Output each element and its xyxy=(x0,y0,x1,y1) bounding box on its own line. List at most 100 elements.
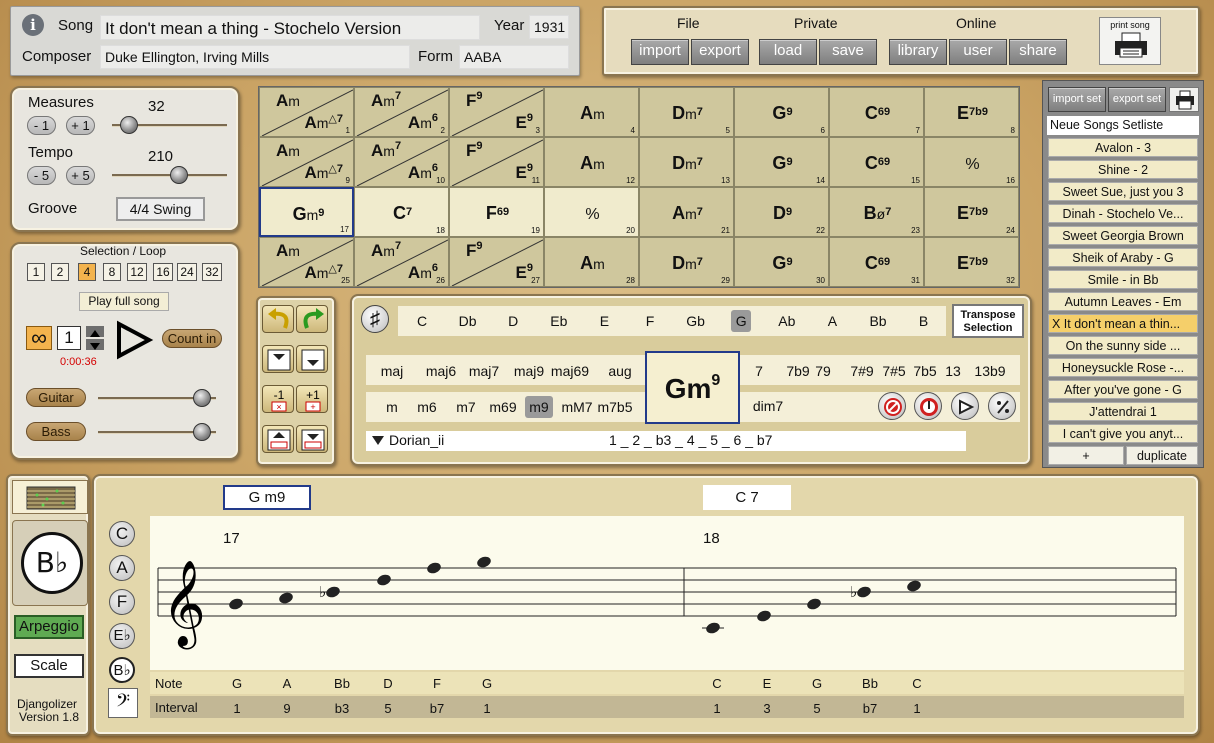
measure-cell-9[interactable]: Am Am△7 9 xyxy=(259,137,354,187)
root-D-button[interactable]: D xyxy=(491,310,535,332)
measure-cell-30[interactable]: G9 30 xyxy=(734,237,829,287)
setlist-item[interactable]: X It don't mean a thin... xyxy=(1048,314,1198,333)
root-Eb-button[interactable]: Eb xyxy=(537,310,581,332)
measure-cell-21[interactable]: Am7 21 xyxy=(639,187,734,237)
print-song-button[interactable]: print song xyxy=(1099,17,1161,65)
measure-cell-28[interactable]: Am 28 xyxy=(544,237,639,287)
repeat-chord-button[interactable] xyxy=(988,392,1016,420)
loop-count-field[interactable]: 1 xyxy=(57,326,81,350)
transpose-key-button[interactable]: B♭ xyxy=(109,657,135,683)
loop-count-down-button[interactable] xyxy=(86,339,104,350)
transpose-key-button[interactable]: E♭ xyxy=(109,623,135,649)
bass-volume-knob[interactable] xyxy=(193,423,211,441)
setlist-name-field[interactable]: Neue Songs Setliste xyxy=(1047,116,1199,135)
duplicate-button[interactable]: duplicate xyxy=(1126,446,1198,465)
root-A-button[interactable]: A xyxy=(810,310,854,332)
root-Db-button[interactable]: Db xyxy=(446,310,490,332)
measure-cell-6[interactable]: G9 6 xyxy=(734,87,829,137)
root-Ab-button[interactable]: Ab xyxy=(765,310,809,332)
root-Bb-button[interactable]: Bb xyxy=(856,310,900,332)
measure-cell-15[interactable]: C69 15 xyxy=(829,137,924,187)
loop-length-24-button[interactable]: 24 xyxy=(177,263,197,281)
measure-cell-14[interactable]: G9 14 xyxy=(734,137,829,187)
measure-cell-11[interactable]: F9 E9 11 xyxy=(449,137,544,187)
add-song-button[interactable]: + xyxy=(1048,446,1124,465)
import-set-button[interactable]: import set xyxy=(1048,87,1106,112)
setlist-item[interactable]: Smile - in Bb xyxy=(1048,270,1198,289)
measure-cell-13[interactable]: Dm7 13 xyxy=(639,137,734,187)
stop-chord-button[interactable] xyxy=(914,392,942,420)
measure-cell-24[interactable]: E7b9 24 xyxy=(924,187,1019,237)
setlist-item[interactable]: Sweet Sue, just you 3 xyxy=(1048,182,1198,201)
guitar-volume-knob[interactable] xyxy=(193,389,211,407)
quality-maj6-button[interactable]: maj6 xyxy=(421,363,461,379)
measure-cell-18[interactable]: C7 18 xyxy=(354,187,449,237)
extension-13-button[interactable]: 13 xyxy=(942,363,964,379)
quality-m9-button[interactable]: m9 xyxy=(525,396,553,418)
year-field[interactable]: 1931 xyxy=(529,15,569,39)
import-button[interactable]: import xyxy=(631,39,689,65)
root-C-button[interactable]: C xyxy=(400,310,444,332)
measure-cell-19[interactable]: F69 19 xyxy=(449,187,544,237)
measure-cell-31[interactable]: C69 31 xyxy=(829,237,924,287)
sharp-toggle-button[interactable]: ♯ xyxy=(361,305,389,333)
setlist-item[interactable]: On the sunny side ... xyxy=(1048,336,1198,355)
quality-m-button[interactable]: m xyxy=(372,396,412,418)
insert-before-button[interactable] xyxy=(262,345,294,373)
setlist-item[interactable]: Honeysuckle Rose -... xyxy=(1048,358,1198,377)
no-chord-button[interactable] xyxy=(878,392,906,420)
quality-maj-button[interactable]: maj xyxy=(372,363,412,379)
remove-measure-button[interactable]: -1 × xyxy=(262,385,294,413)
undo-button[interactable] xyxy=(262,305,294,333)
loop-count-up-button[interactable] xyxy=(86,326,104,337)
user-button[interactable]: user xyxy=(949,39,1007,65)
extension-13b9-button[interactable]: 13b9 xyxy=(970,363,1010,379)
key-display[interactable]: B♭ xyxy=(21,532,83,594)
load-button[interactable]: load xyxy=(759,39,817,65)
quality-m7-button[interactable]: m7 xyxy=(446,396,486,418)
play-icon[interactable] xyxy=(115,320,155,360)
quality-m7b5-button[interactable]: m7b5 xyxy=(595,396,635,418)
print-set-button[interactable] xyxy=(1169,87,1199,112)
measures-slider-knob[interactable] xyxy=(119,116,138,134)
extension-79-button[interactable]: 79 xyxy=(812,363,834,379)
redo-button[interactable] xyxy=(296,305,328,333)
measure-cell-8[interactable]: E7b9 8 xyxy=(924,87,1019,137)
measure-cell-12[interactable]: Am 12 xyxy=(544,137,639,187)
measure-cell-5[interactable]: Dm7 5 xyxy=(639,87,734,137)
transpose-selection-button[interactable]: Transpose Selection xyxy=(952,304,1024,338)
info-icon[interactable]: i xyxy=(22,14,44,36)
copy-up-button[interactable] xyxy=(262,425,294,453)
measure-cell-10[interactable]: Am7 Am6 10 xyxy=(354,137,449,187)
measure-cell-16[interactable]: % 16 xyxy=(924,137,1019,187)
extension-7b5-button[interactable]: 7b5 xyxy=(905,363,945,379)
root-E-button[interactable]: E xyxy=(582,310,626,332)
root-G-button[interactable]: G xyxy=(731,310,752,332)
setlist-item[interactable]: Avalon - 3 xyxy=(1048,138,1198,157)
measure-cell-17[interactable]: Gm9 17 xyxy=(259,187,354,237)
measure-cell-2[interactable]: Am7 Am6 2 xyxy=(354,87,449,137)
transpose-key-button[interactable]: C xyxy=(109,521,135,547)
quality-m6-button[interactable]: m6 xyxy=(407,396,447,418)
measure-cell-4[interactable]: Am 4 xyxy=(544,87,639,137)
accent-button[interactable] xyxy=(951,392,979,420)
bass-button[interactable]: Bass xyxy=(26,422,86,441)
loop-length-8-button[interactable]: 8 xyxy=(103,263,121,281)
quality-m69-button[interactable]: m69 xyxy=(483,396,523,418)
loop-length-32-button[interactable]: 32 xyxy=(202,263,222,281)
root-B-button[interactable]: B xyxy=(902,310,946,332)
measure-cell-3[interactable]: F9 E9 3 xyxy=(449,87,544,137)
setlist-item[interactable]: I can't give you anyt... xyxy=(1048,424,1198,443)
save-button[interactable]: save xyxy=(819,39,877,65)
measure-cell-29[interactable]: Dm7 29 xyxy=(639,237,734,287)
add-measure-button[interactable]: +1 + xyxy=(296,385,328,413)
loop-toggle[interactable]: ∞ xyxy=(26,326,52,350)
guitar-button[interactable]: Guitar xyxy=(26,388,86,407)
scale-button[interactable]: Scale xyxy=(14,654,84,678)
composer-field[interactable]: Duke Ellington, Irving Mills xyxy=(100,45,410,69)
scale-select[interactable]: Dorian_ii 1 _ 2 _ b3 _ 4 _ 5 _ 6 _ b7 xyxy=(366,431,966,451)
copy-down-button[interactable] xyxy=(296,425,328,453)
measure-cell-27[interactable]: F9 E9 27 xyxy=(449,237,544,287)
setlist-item[interactable]: Autumn Leaves - Em xyxy=(1048,292,1198,311)
measure-cell-1[interactable]: Am Am△7 1 xyxy=(259,87,354,137)
